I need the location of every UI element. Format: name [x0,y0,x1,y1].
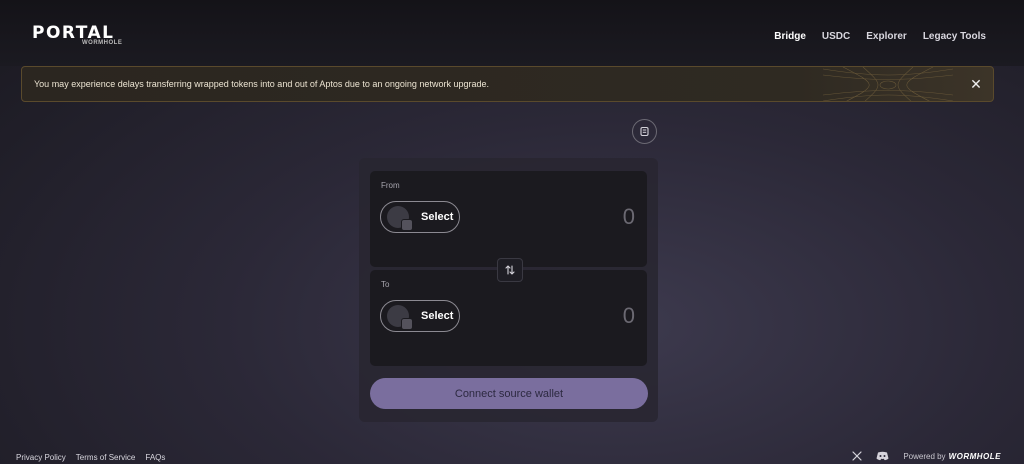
discord-icon[interactable] [876,451,889,461]
from-select-label: Select [421,211,454,223]
swap-arrows-icon [505,265,515,275]
swap-direction-button[interactable] [497,258,523,282]
x-logo-icon[interactable] [852,451,862,461]
warning-banner: You may experience delays transferring w… [21,66,994,102]
powered-by-brand: WORMHOLE [948,451,1001,461]
privacy-policy-link[interactable]: Privacy Policy [16,453,66,462]
token-placeholder-icon [387,206,413,231]
main-nav: Bridge USDC Explorer Legacy Tools [774,31,986,42]
wormhole-art [823,67,953,101]
banner-close-icon[interactable]: ✕ [969,77,983,91]
nav-legacy-tools[interactable]: Legacy Tools [923,31,986,42]
powered-by[interactable]: Powered by WORMHOLE [903,452,1001,461]
to-box: To Select 0 [370,270,647,366]
from-amount[interactable]: 0 [623,204,635,230]
nav-bridge[interactable]: Bridge [774,31,806,42]
terms-of-service-link[interactable]: Terms of Service [76,453,136,462]
from-label: From [381,181,400,190]
footer-right: Powered by WORMHOLE [852,451,1001,461]
chain-placeholder-icon [401,318,413,330]
footer-links: Privacy Policy Terms of Service FAQs [16,453,165,462]
logo-subtext: WORMHOLE [82,40,123,46]
faqs-link[interactable]: FAQs [145,453,165,462]
powered-by-label: Powered by [903,451,946,461]
chain-placeholder-icon [401,219,413,231]
token-placeholder-icon [387,305,413,330]
portal-logo[interactable]: PORTAL WORMHOLE [32,24,122,46]
settings-button[interactable] [632,119,657,144]
top-bar: PORTAL WORMHOLE Bridge USDC Explorer Leg… [0,0,1024,66]
to-select-label: Select [421,310,454,322]
connect-wallet-button[interactable]: Connect source wallet [370,378,648,409]
to-label: To [381,280,390,289]
from-box: From Select 0 [370,171,647,267]
banner-text: You may experience delays transferring w… [34,79,489,89]
settings-icon [640,126,649,137]
from-select-button[interactable]: Select [380,201,460,233]
to-amount[interactable]: 0 [623,303,635,329]
nav-usdc[interactable]: USDC [822,31,850,42]
nav-explorer[interactable]: Explorer [866,31,907,42]
to-select-button[interactable]: Select [380,300,460,332]
